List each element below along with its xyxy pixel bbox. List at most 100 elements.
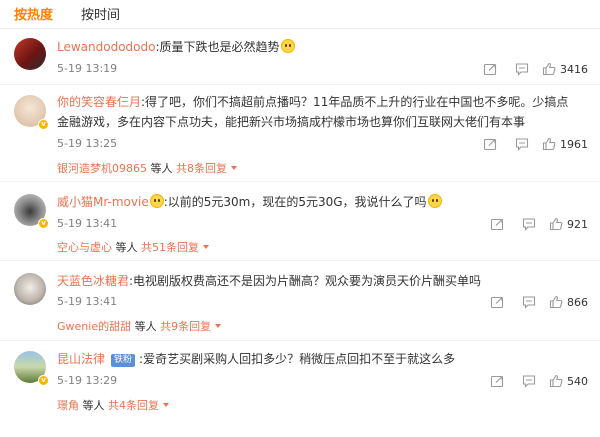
reply-summary: 空心与虚心 等人 共51条回复 [57, 240, 209, 256]
caret-down-icon [215, 324, 222, 328]
comment-icon [515, 63, 529, 76]
like-button[interactable]: 866 [549, 295, 588, 309]
expand-replies-link[interactable]: 共9条回复 [160, 320, 211, 333]
reply-mid-text: 等人 [79, 399, 108, 412]
grin-emoji-icon [427, 194, 442, 208]
avatar[interactable] [14, 273, 46, 305]
reply-username[interactable]: Gwenie的甜甜 [57, 320, 131, 333]
reply-summary: Gwenie的甜甜 等人 共9条回复 [57, 319, 222, 335]
comment-actions: 1961 [474, 136, 588, 152]
caret-down-icon [203, 245, 209, 249]
comment-item: v 你的笑容春仨月:得了吧，你们不搞超前点播吗？11年品质不上升的行业在中国也不… [0, 86, 600, 182]
comment-button[interactable] [513, 294, 545, 310]
smile-emoji-icon [280, 39, 295, 53]
like-icon [549, 295, 563, 309]
tab-by-hot[interactable]: 按热度 [14, 6, 53, 26]
comment-actions: 540 [481, 373, 588, 389]
comment-time: 5-19 13:25 [57, 137, 118, 150]
comment-text: :爱奇艺买剧采购人回扣多少？稍微压点回扣不至于就这么多 [139, 352, 456, 366]
tab-by-time[interactable]: 按时间 [81, 6, 120, 26]
avatar[interactable] [14, 38, 46, 70]
like-count: 866 [567, 295, 588, 309]
expand-replies-link[interactable]: 共4条回复 [108, 399, 159, 412]
like-icon [549, 217, 563, 231]
comment-username[interactable]: Lewandodododo [57, 40, 155, 54]
comment-button[interactable] [513, 216, 545, 232]
comment-icon [522, 218, 536, 231]
like-button[interactable]: 921 [549, 217, 588, 231]
comment-icon [515, 138, 529, 151]
like-count: 921 [567, 217, 588, 231]
expand-replies-link[interactable]: 共8条回复 [176, 162, 227, 175]
vip-badge-icon: v [38, 375, 49, 386]
reply-mid-text: 等人 [112, 241, 141, 254]
reply-username[interactable]: 璟角 [57, 399, 79, 412]
like-icon [542, 62, 556, 76]
reply-summary: 银河造梦机09865 等人 共8条回复 [57, 161, 237, 177]
comment-item: v 昆山法律 铁粉:爱奇艺买剧采购人回扣多少？稍微压点回扣不至于就这么多 5-19… [0, 342, 600, 437]
sort-tabs: 按热度 按时间 [14, 6, 120, 26]
comment-divider [0, 340, 600, 341]
like-button[interactable]: 3416 [542, 62, 588, 76]
reply-mid-text: 等人 [147, 162, 176, 175]
share-icon [490, 296, 504, 309]
like-count: 540 [567, 374, 588, 388]
caret-down-icon [231, 166, 237, 170]
comment-body: Lewandodododo:质量下跌也是必然趋势 [57, 37, 576, 57]
like-count: 1961 [560, 137, 588, 151]
laugh-emoji-icon [149, 194, 164, 208]
share-button[interactable] [481, 294, 513, 310]
share-button[interactable] [481, 373, 513, 389]
caret-down-icon [163, 403, 169, 407]
comment-time: 5-19 13:41 [57, 295, 118, 308]
comment-text: :以前的5元30m，现在的5元30G，我说什么了吗 [163, 195, 427, 209]
like-button[interactable]: 1961 [542, 137, 588, 151]
reply-mid-text: 等人 [131, 320, 161, 333]
comment-actions: 3416 [474, 61, 588, 77]
comment-button[interactable] [506, 136, 538, 152]
share-icon [490, 218, 504, 231]
comment-time: 5-19 13:19 [57, 62, 118, 75]
share-icon [490, 375, 504, 388]
comment-username[interactable]: 你的笑容春仨月 [57, 95, 141, 109]
comment-icon [522, 375, 536, 388]
like-icon [542, 137, 556, 151]
vip-badge-icon: v [38, 119, 49, 130]
comment-body: 昆山法律 铁粉:爱奇艺买剧采购人回扣多少？稍微压点回扣不至于就这么多 [57, 349, 576, 369]
comment-username[interactable]: 天蓝色冰糖君 [57, 274, 129, 288]
comment-divider [0, 84, 600, 85]
comment-icon [522, 296, 536, 309]
reply-username[interactable]: 银河造梦机09865 [57, 162, 147, 175]
comment-text: :电视剧版权费高还不是因为片酬高？观众要为演员天价片酬买单吗 [129, 274, 482, 288]
comment-username[interactable]: 威小猫Mr-movie [57, 195, 149, 209]
share-icon [483, 63, 497, 76]
fan-tag-badge: 铁粉 [111, 354, 136, 367]
expand-replies-link[interactable]: 共51条回复 [141, 241, 199, 254]
comment-actions: 866 [481, 294, 588, 310]
like-icon [549, 374, 563, 388]
comment-divider [0, 260, 600, 261]
comment-button[interactable] [506, 61, 538, 77]
comment-item: 天蓝色冰糖君:电视剧版权费高还不是因为片酬高？观众要为演员天价片酬买单吗 5-1… [0, 262, 600, 341]
comment-body: 威小猫Mr-movie :以前的5元30m，现在的5元30G，我说什么了吗 [57, 192, 576, 212]
vip-badge-icon: v [38, 218, 49, 229]
comment-body: 天蓝色冰糖君:电视剧版权费高还不是因为片酬高？观众要为演员天价片酬买单吗 [57, 271, 576, 291]
comment-text: :质量下跌也是必然趋势 [155, 40, 280, 54]
comment-actions: 921 [481, 216, 588, 232]
comment-time: 5-19 13:41 [57, 217, 118, 230]
comment-divider [0, 181, 600, 182]
share-button[interactable] [481, 216, 513, 232]
comment-item: v 威小猫Mr-movie :以前的5元30m，现在的5元30G，我说什么了吗 5… [0, 183, 600, 261]
like-count: 3416 [560, 62, 588, 76]
share-button[interactable] [474, 136, 506, 152]
like-button[interactable]: 540 [549, 374, 588, 388]
share-button[interactable] [474, 61, 506, 77]
comment-button[interactable] [513, 373, 545, 389]
comment-time: 5-19 13:29 [57, 374, 118, 387]
comment-username[interactable]: 昆山法律 [57, 352, 105, 366]
share-icon [483, 138, 497, 151]
reply-summary: 璟角 等人 共4条回复 [57, 398, 169, 414]
comment-body: 你的笑容春仨月:得了吧，你们不搞超前点播吗？11年品质不上升的行业在中国也不多呢… [57, 92, 576, 132]
comment-item: Lewandodododo:质量下跌也是必然趋势 5-19 13:19 3416 [0, 29, 600, 85]
reply-username[interactable]: 空心与虚心 [57, 241, 112, 254]
